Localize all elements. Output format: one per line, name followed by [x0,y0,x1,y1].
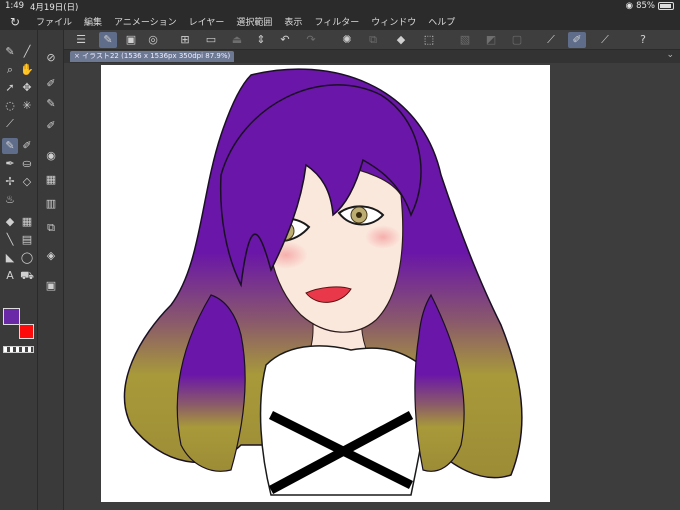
document-tab[interactable]: × イラスト22 (1536 x 1536px 350dpi 87.9%) [70,51,235,62]
chevron-down-icon[interactable]: ⌄ [666,50,674,60]
pencil-icon[interactable]: ✎ [2,138,18,154]
eyedropper-icon[interactable]: ⟋ [596,32,614,48]
status-bar: 1:49 4月19日(日) ◉ 85% [0,0,680,13]
color-wheel-icon[interactable]: ◉ [43,148,59,164]
brush-icon[interactable]: ✐ [568,32,586,48]
artwork-illustration [123,68,523,496]
magnifier-icon[interactable]: ⌕ [2,62,18,78]
brush-size-icon[interactable]: ✎ [43,96,59,112]
clear-icon[interactable]: ▧ [456,32,474,48]
undo-icon[interactable]: ↶ [276,32,294,48]
frame-icon[interactable]: ▤ [19,232,35,248]
redo-icon[interactable]: ↷ [302,32,320,48]
transparent-color-swatch[interactable] [3,346,34,353]
menu-selection[interactable]: 選択範囲 [230,15,278,28]
move-icon[interactable]: ✥ [19,80,35,96]
canvas-paper[interactable] [101,65,550,502]
menu-bar: ↻ ファイル 編集 アニメーション レイヤー 選択範囲 表示 フィルター ウィン… [0,13,680,30]
mask-icon[interactable]: ◩ [482,32,500,48]
transform-icon[interactable]: ⬚ [420,32,438,48]
history-icon[interactable]: ▥ [43,196,59,212]
stabilize-icon[interactable]: ⟋ [542,32,560,48]
document-title: イラスト22 (1536 x 1536px 350dpi 87.9%) [82,52,231,60]
balloon-icon[interactable]: ◯ [19,250,35,266]
menu-animation[interactable]: アニメーション [108,15,183,28]
battery-icon [658,2,674,10]
command-bar: ☰ ✎ ▣ ◎ ⊞ ▭ ⏏ ⇕ ↶ ↷ ✺ ⧉ ◆ ⬚ ▧ ◩ ▢ ⟋ ✐ ⟋ … [64,30,680,50]
menu-help[interactable]: ヘルプ [422,15,461,28]
status-date: 4月19日(日) [30,3,79,13]
menu-edit[interactable]: 編集 [78,15,108,28]
frame-icon[interactable]: ▢ [508,32,526,48]
pointer-icon[interactable]: ➚ [2,80,18,96]
menu-filter[interactable]: フィルター [308,15,365,28]
layer-icon[interactable]: ◈ [43,248,59,264]
menu-window[interactable]: ウィンドウ [365,15,422,28]
menu-file[interactable]: ファイル [30,15,78,28]
material-icon[interactable]: ⧉ [43,220,59,236]
fill-icon[interactable]: ◆ [392,32,410,48]
new-file-icon[interactable]: ⊞ [176,32,194,48]
line-icon[interactable]: ╲ [2,232,18,248]
ink-pen-icon[interactable]: ✒ [2,156,18,172]
pen-mode-icon[interactable]: ✎ [99,32,117,48]
pen-icon[interactable]: ✎ [2,44,18,60]
open-icon[interactable]: ▭ [202,32,220,48]
clip-studio-window: 1:49 4月19日(日) ◉ 85% ↻ ファイル 編集 アニメーション レイ… [0,0,680,510]
stepper-icon[interactable]: ⇕ [252,32,270,48]
copy-icon[interactable]: ⧉ [364,32,382,48]
view-icon[interactable]: ◎ [144,32,162,48]
save-icon[interactable]: ⏏ [228,32,246,48]
hand-icon[interactable]: ✋ [19,62,35,78]
pupil-right [356,212,362,218]
text-icon[interactable]: A [2,268,18,284]
layer-property-icon[interactable]: ▣ [43,278,59,294]
menu-layer[interactable]: レイヤー [183,15,231,28]
gradient-icon[interactable]: ▦ [19,214,35,230]
blush-right [365,225,401,249]
menu-icon[interactable]: ☰ [72,32,90,48]
canvas-area[interactable] [64,63,680,510]
fill-icon[interactable]: ◆ [2,214,18,230]
document-tab-bar: × イラスト22 (1536 x 1536px 350dpi 87.9%) ⌄ [64,50,680,63]
eyedropper-icon[interactable]: ⟋ [2,116,18,132]
ruler-icon[interactable]: ◣ [2,250,18,266]
brush-tool-icon[interactable]: ╱ [19,44,35,60]
tool-property-icon[interactable]: ✐ [43,76,59,92]
sub-view-icon[interactable]: ▣ [122,32,140,48]
tool-palette: ✎ ╱ ⌕ ✋ ➚ ✥ ◌ ✳ ⟋ ✎ ✐ ✒ ⛀ ✢ ◇ ♨ ◆ ▦ ╲ ▤ … [0,30,38,510]
orientation-lock-icon: ◉ [625,1,634,11]
eraser-icon[interactable]: ◇ [19,174,35,190]
status-right: ◉ 85% [626,1,674,11]
palette-bar: ⊘ ✐ ✎ ✐ ◉ ▦ ▥ ⧉ ◈ ▣ [39,30,64,510]
status-time: 1:49 [5,1,25,11]
lasso-icon[interactable]: ◌ [2,98,18,114]
menu-view[interactable]: 表示 [278,15,308,28]
brush-icon[interactable]: ✐ [19,138,35,154]
color-set-icon[interactable]: ▦ [43,172,59,188]
battery-percent: 85% [636,1,655,11]
main-color-swatch[interactable] [3,308,20,325]
correction-icon[interactable]: ⛟ [19,268,35,284]
blend-icon[interactable]: ♨ [2,192,18,208]
decoration-icon[interactable]: ✢ [2,174,18,190]
sub-color-swatch[interactable] [19,324,34,339]
app-logo-icon[interactable]: ↻ [0,15,30,29]
spinner-icon[interactable]: ✺ [338,32,356,48]
sparkle-icon[interactable]: ✳ [19,98,35,114]
airbrush-icon[interactable]: ⛀ [19,156,35,172]
navigator-icon[interactable]: ⊘ [43,50,59,66]
brush-settings-icon[interactable]: ✐ [43,118,59,134]
help-icon[interactable]: ? [634,32,652,48]
